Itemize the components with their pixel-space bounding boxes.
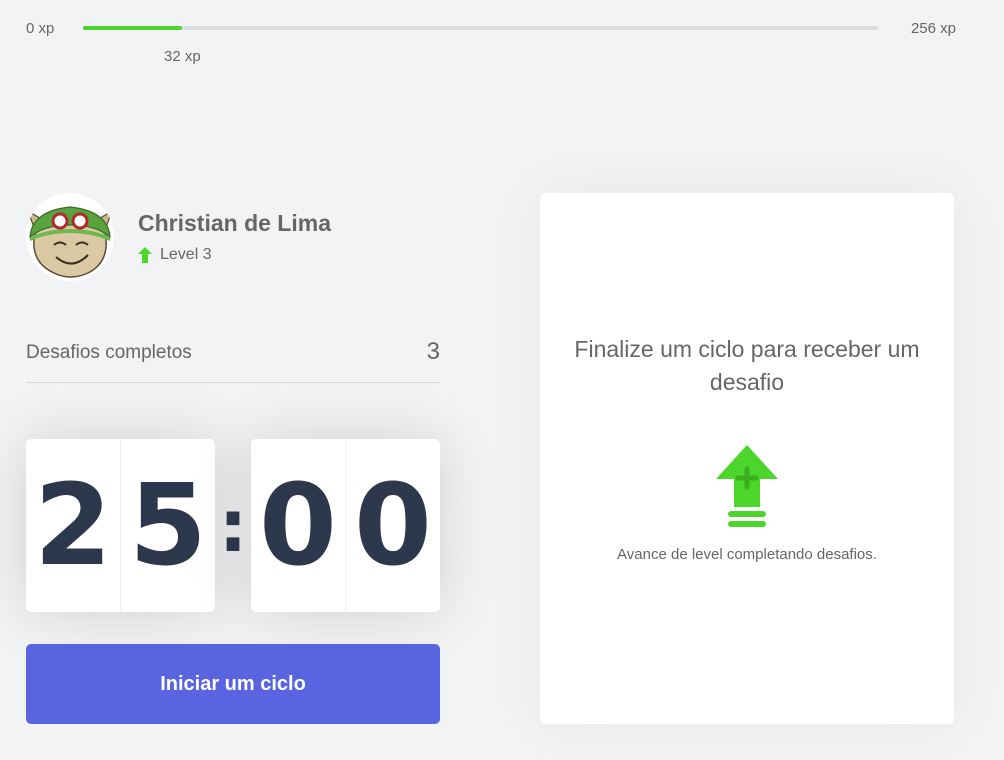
- countdown: 2 5 : 0 0: [26, 439, 440, 612]
- avatar-image: [26, 193, 114, 281]
- experience-bar: 0 xp 32 xp 256 xp: [26, 18, 956, 65]
- xp-current-label: 32 xp: [164, 48, 201, 65]
- profile-level: Level 3: [138, 246, 212, 264]
- challenge-box: Finalize um ciclo para receber um desafi…: [540, 193, 954, 724]
- seconds-display: 0 0: [251, 439, 440, 612]
- profile-name: Christian de Lima: [138, 210, 331, 236]
- completed-challenges-label: Desafios completos: [26, 342, 192, 363]
- countdown-separator: :: [218, 483, 248, 568]
- minute-digit-right: 5: [120, 439, 215, 612]
- challenge-box-title: Finalize um ciclo para receber um desafi…: [574, 336, 920, 395]
- completed-challenges: Desafios completos 3: [26, 330, 440, 383]
- profile: Christian de Lima Level 3: [26, 193, 446, 281]
- start-cycle-button[interactable]: Iniciar um ciclo: [26, 644, 440, 724]
- xp-min-label: 0 xp: [26, 20, 55, 37]
- completed-challenges-count: 3: [426, 338, 440, 365]
- minutes-display: 2 5: [26, 439, 215, 612]
- avatar: [26, 193, 114, 281]
- profile-level-label: Level 3: [160, 246, 212, 263]
- minute-digit-left: 2: [34, 460, 112, 591]
- xp-progress-track: 32 xp: [83, 26, 878, 65]
- second-digit-right: 0: [345, 439, 440, 612]
- second-digit-left: 0: [259, 460, 337, 591]
- level-up-icon: [716, 445, 778, 527]
- challenge-box-description: Avance de level completando desafios.: [617, 546, 877, 563]
- level-up-arrow-icon: [138, 247, 152, 263]
- xp-max-label: 256 xp: [910, 20, 956, 37]
- xp-progress-fill: [83, 26, 183, 30]
